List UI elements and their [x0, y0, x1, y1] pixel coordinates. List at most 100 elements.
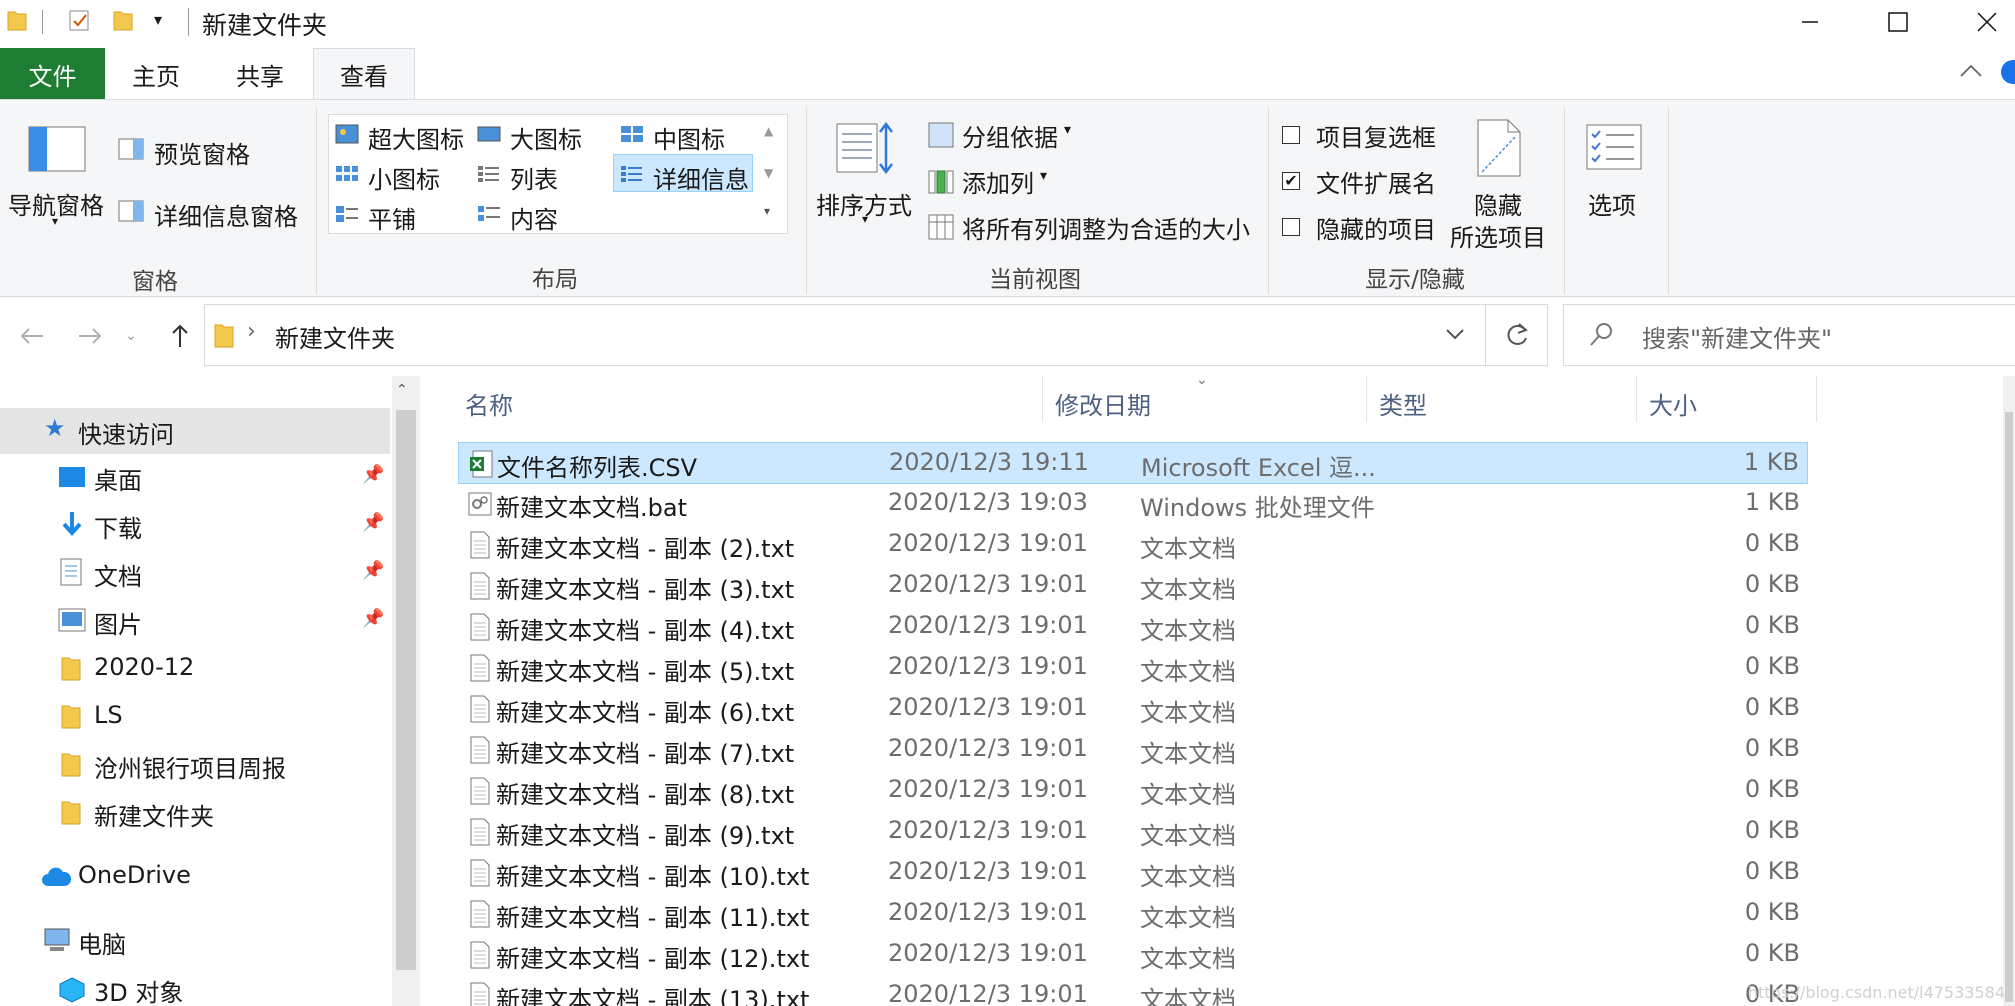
tab-share[interactable]: 共享 [220, 48, 300, 100]
search-box[interactable]: 搜索"新建文件夹" [1563, 304, 2015, 366]
file-row[interactable]: 新建文本文档 - 副本 (7).txt 2020/12/3 19:01 文本文档 0 … [458, 729, 1808, 771]
layout-large-icons[interactable]: 大图标 [510, 120, 582, 155]
file-row[interactable]: 新建文本文档 - 副本 (13).txt 2020/12/3 19:01 文本文档 0… [458, 975, 1808, 1006]
file-date: 2020/12/3 19:01 [888, 529, 1088, 557]
hide-selected-label-line1[interactable]: 隐藏 [1474, 186, 1522, 221]
layout-list[interactable]: 列表 [510, 160, 558, 195]
pin-icon[interactable]: 📌 [362, 464, 384, 485]
address-history-chevron-icon[interactable] [1445, 327, 1465, 341]
nav-scrollbar-thumb[interactable] [396, 410, 416, 970]
layout-medium-icons[interactable]: 中图标 [653, 120, 725, 155]
minimize-button[interactable] [1778, 0, 1842, 44]
preview-pane-button[interactable]: 预览窗格 [154, 135, 250, 170]
forward-button[interactable] [68, 314, 112, 358]
layout-content[interactable]: 内容 [510, 200, 558, 235]
file-row[interactable]: 新建文本文档 - 副本 (6).txt 2020/12/3 19:01 文本文档 0 … [458, 688, 1808, 730]
back-button[interactable] [10, 314, 54, 358]
file-extensions-label[interactable]: 文件扩展名 [1316, 164, 1436, 199]
text-file-icon [468, 982, 492, 1006]
layout-extra-large-icons[interactable]: 超大图标 [368, 120, 464, 155]
refresh-button[interactable] [1486, 304, 1548, 366]
tab-view[interactable]: 查看 [313, 48, 415, 100]
options-button[interactable]: 选项 [1588, 186, 1636, 221]
file-row[interactable]: 新建文本文档 - 副本 (11).txt 2020/12/3 19:01 文本文档 0… [458, 893, 1808, 935]
search-input[interactable]: 搜索"新建文件夹" [1642, 319, 1832, 354]
hide-selected-label-line2[interactable]: 所选项目 [1450, 218, 1546, 253]
pin-icon[interactable]: 📌 [362, 560, 384, 581]
file-extensions-checkbox[interactable]: ✔ [1282, 172, 1300, 190]
nav-this-pc[interactable]: 电脑 [0, 918, 390, 964]
recent-locations-button[interactable]: ⌄ [118, 314, 144, 358]
file-row[interactable]: 新建文本文档 - 副本 (9).txt 2020/12/3 19:01 文本文档 0 … [458, 811, 1808, 853]
nav-item-label: 新建文件夹 [94, 803, 214, 831]
nav-item-pictures[interactable]: 图片 📌 [0, 598, 390, 644]
gallery-scroll-down-icon[interactable]: ▼ [764, 166, 773, 180]
column-header-name[interactable]: 名称 [465, 386, 513, 421]
item-checkboxes-checkbox[interactable] [1282, 126, 1300, 144]
nav-item-folder[interactable]: 新建文件夹 [0, 790, 390, 836]
size-all-columns-button[interactable]: 将所有列调整为合适的大小 [962, 210, 1250, 245]
hidden-items-checkbox[interactable] [1282, 218, 1300, 236]
customize-toolbar-icon[interactable]: ▾ [154, 10, 162, 29]
nav-3d-objects[interactable]: 3D 对象 [0, 966, 390, 1006]
file-row[interactable]: 新建文本文档 - 副本 (2).txt 2020/12/3 19:01 文本文档 0 … [458, 524, 1808, 566]
column-header-date[interactable]: 修改日期 [1055, 386, 1151, 421]
maximize-button[interactable] [1866, 0, 1930, 44]
breadcrumb-current[interactable]: 新建文件夹 [275, 319, 395, 354]
file-row[interactable]: 新建文本文档 - 副本 (10).txt 2020/12/3 19:01 文本文档 0… [458, 852, 1808, 894]
file-list-scrollbar-thumb[interactable] [2005, 412, 2013, 1002]
layout-small-icons[interactable]: 小图标 [368, 160, 440, 195]
new-folder-icon[interactable] [112, 8, 134, 32]
file-date: 2020/12/3 19:01 [888, 898, 1088, 926]
column-header-type[interactable]: 类型 [1379, 386, 1427, 421]
hidden-items-label[interactable]: 隐藏的项目 [1316, 210, 1436, 245]
layout-tiles[interactable]: 平铺 [368, 200, 416, 235]
text-file-icon [468, 777, 492, 805]
file-row[interactable]: 新建文本文档 - 副本 (4).txt 2020/12/3 19:01 文本文档 0 … [458, 606, 1808, 648]
sort-indicator-icon: ⌄ [1196, 372, 1208, 388]
group-label-layout: 布局 [532, 267, 578, 293]
collapse-ribbon-icon[interactable] [1958, 62, 1984, 80]
nav-scrollbar[interactable]: ⌃ [392, 376, 420, 1006]
group-label-show-hide: 显示/隐藏 [1365, 267, 1465, 293]
nav-item-downloads[interactable]: 下载 📌 [0, 502, 390, 548]
up-button[interactable] [158, 314, 202, 358]
file-size: 1 KB [1743, 448, 1799, 476]
file-row[interactable]: 新建文本文档 - 副本 (12).txt 2020/12/3 19:01 文本文档 0… [458, 934, 1808, 976]
nav-item-folder[interactable]: 2020-12 [0, 646, 390, 692]
file-row[interactable]: 新建文本文档 - 副本 (5).txt 2020/12/3 19:01 文本文档 0 … [458, 647, 1808, 689]
help-icon[interactable] [2001, 60, 2015, 84]
nav-item-folder[interactable]: 沧州银行项目周报 [0, 742, 390, 788]
layout-details[interactable]: 详细信息 [653, 160, 749, 195]
pin-icon[interactable]: 📌 [362, 608, 384, 629]
nav-quick-access[interactable]: ★ 快速访问 [0, 408, 390, 454]
nav-item-folder[interactable]: LS [0, 694, 390, 740]
details-pane-button[interactable]: 详细信息窗格 [154, 197, 298, 232]
breadcrumb-separator-icon[interactable]: › [247, 319, 256, 344]
file-row[interactable]: 新建文本文档 - 副本 (8).txt 2020/12/3 19:01 文本文档 0 … [458, 770, 1808, 812]
file-name: 新建文本文档 - 副本 (7).txt [496, 740, 795, 768]
address-bar[interactable]: › 新建文件夹 [204, 304, 1486, 366]
nav-onedrive[interactable]: OneDrive [0, 854, 390, 900]
tab-home[interactable]: 主页 [116, 48, 196, 100]
file-list-scrollbar[interactable] [2003, 376, 2015, 1006]
column-header-size[interactable]: 大小 [1649, 386, 1697, 421]
close-button[interactable] [1958, 0, 2015, 44]
properties-icon[interactable] [68, 8, 90, 32]
file-type: 文本文档 [1140, 822, 1236, 850]
file-type: 文本文档 [1140, 986, 1236, 1006]
gallery-more-icon[interactable]: ▾ [764, 204, 770, 218]
file-row[interactable]: 文件名称列表.CSV 2020/12/3 19:11 Microsoft Excel… [458, 442, 1808, 484]
group-by-button[interactable]: 分组依据 [962, 118, 1058, 153]
file-size: 0 KB [1744, 816, 1800, 844]
nav-item-desktop[interactable]: 桌面 📌 [0, 454, 390, 500]
scroll-up-icon[interactable]: ⌃ [396, 382, 408, 398]
gallery-scroll-up-icon[interactable]: ▲ [764, 124, 773, 138]
file-row[interactable]: 新建文本文档.bat 2020/12/3 19:03 Windows 批处理文件 1 … [458, 483, 1808, 525]
file-row[interactable]: 新建文本文档 - 副本 (3).txt 2020/12/3 19:01 文本文档 0 … [458, 565, 1808, 607]
pin-icon[interactable]: 📌 [362, 512, 384, 533]
add-columns-button[interactable]: 添加列 [962, 164, 1034, 199]
item-checkboxes-label[interactable]: 项目复选框 [1316, 118, 1436, 153]
nav-item-documents[interactable]: 文档 📌 [0, 550, 390, 596]
tab-file[interactable]: 文件 [0, 48, 105, 100]
